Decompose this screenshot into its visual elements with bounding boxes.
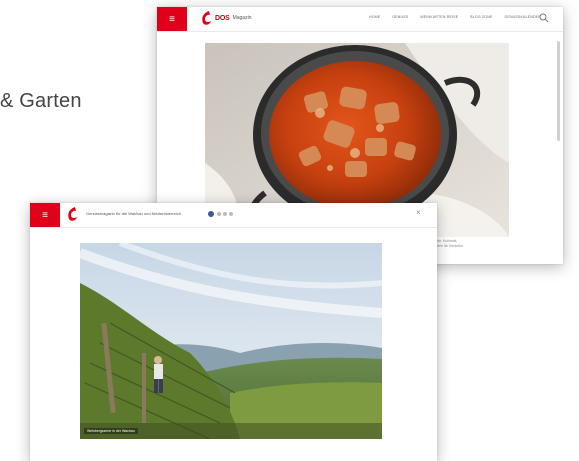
menu-icon: ≡ — [42, 209, 48, 221]
nav-item-blog[interactable]: BLOG ZONE — [470, 15, 492, 19]
close-icon[interactable]: × — [416, 208, 421, 217]
share-icons[interactable] — [208, 210, 234, 218]
nav-item-kalender[interactable]: GENUSSKALENDER — [504, 15, 540, 19]
logo-text: DOS — [215, 14, 230, 22]
article-title: Genussmagazin für die Wachau und Niederö… — [86, 211, 182, 216]
logo-subtitle: Magazin — [232, 15, 252, 21]
scrollbar[interactable] — [557, 41, 560, 141]
magazine-window-front: ≡ Genussmagazin für die Wachau und Niede… — [30, 203, 437, 461]
background-heading: & Garten — [0, 90, 82, 112]
nav-item-home[interactable]: HOME — [369, 15, 380, 19]
nav-item-genuss[interactable]: GENUSS — [392, 15, 408, 19]
hamburger-menu-button[interactable]: ≡ — [30, 203, 60, 227]
hamburger-menu-button[interactable]: ≡ — [157, 7, 187, 31]
menu-icon: ≡ — [169, 13, 175, 25]
photo-caption: Weinbergszene in der Wachau — [84, 428, 138, 434]
nav-item-weinkarten[interactable]: WEINKARTEN REISE — [420, 15, 458, 19]
top-bar: ≡ DOS Magazin HOME GENUSS WEINKARTEN REI… — [157, 7, 563, 32]
logo-icon — [202, 11, 211, 25]
logo-icon — [68, 207, 77, 221]
logo[interactable]: DOS Magazin — [200, 10, 251, 26]
search-icon[interactable] — [539, 13, 549, 23]
top-bar: ≡ Genussmagazin für die Wachau und Niede… — [30, 203, 437, 228]
logo[interactable] — [66, 206, 78, 222]
main-nav: HOME GENUSS WEINKARTEN REISE BLOG ZONE G… — [369, 15, 541, 19]
vineyard-photo — [80, 243, 382, 439]
